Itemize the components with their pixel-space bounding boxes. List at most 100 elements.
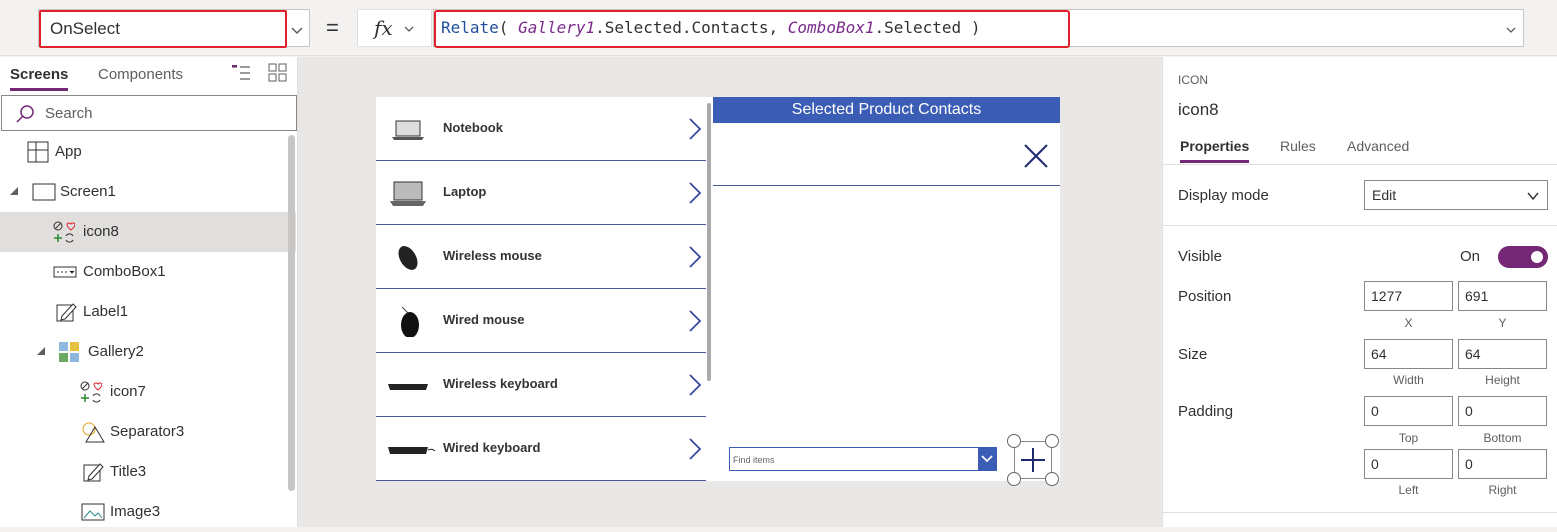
- product-name: Wireless keyboard: [443, 376, 558, 391]
- icon-control-icon: [80, 381, 102, 403]
- app-screen: Notebook Laptop Wireless mouse Wired mou…: [376, 97, 1060, 486]
- gallery-row[interactable]: Notebook: [376, 97, 706, 161]
- control-name[interactable]: icon8: [1178, 100, 1219, 120]
- tree-item-icon7[interactable]: icon7: [0, 372, 296, 412]
- visible-toggle[interactable]: [1498, 246, 1548, 268]
- property-dropdown[interactable]: OnSelect: [38, 9, 310, 48]
- close-icon[interactable]: [1023, 143, 1049, 169]
- width-input[interactable]: 64: [1364, 339, 1453, 369]
- tree-item-title3[interactable]: Title3: [0, 452, 296, 492]
- gallery-row[interactable]: Wired mouse: [376, 289, 706, 353]
- label-icon: [56, 303, 77, 322]
- divider: [1163, 225, 1557, 226]
- tree-item-label: Gallery2: [88, 343, 144, 360]
- formula-open: (: [498, 18, 519, 37]
- tree-item-label1[interactable]: Label1: [0, 292, 296, 332]
- wireless-mouse-image: [398, 246, 418, 270]
- control-type: ICON: [1178, 73, 1208, 87]
- display-mode-value: Edit: [1372, 187, 1397, 203]
- position-x-input[interactable]: 1277: [1364, 281, 1453, 311]
- collapse-caret-icon[interactable]: [37, 347, 45, 355]
- tab-screens[interactable]: Screens: [10, 66, 69, 91]
- left-label: Left: [1398, 483, 1419, 497]
- tree-tabs: Screens Components: [0, 57, 298, 93]
- tree-item-label: Label1: [83, 303, 129, 320]
- chevron-down-icon: [981, 455, 993, 463]
- add-icon: [1021, 448, 1045, 472]
- tab-rules[interactable]: Rules: [1280, 138, 1316, 154]
- chevron-right-icon[interactable]: [688, 182, 702, 204]
- padding-top-input[interactable]: 0: [1364, 396, 1453, 426]
- formula-mid: .Selected.Contacts,: [595, 18, 788, 37]
- equals-sign: =: [326, 15, 339, 40]
- resize-handle[interactable]: [1045, 472, 1059, 486]
- formula-combo-ref: ComboBox1: [787, 18, 875, 37]
- wireless-keyboard-image: [388, 384, 428, 390]
- search-placeholder: Search: [45, 105, 93, 122]
- gallery-row[interactable]: Wireless mouse: [376, 225, 706, 289]
- resize-handle[interactable]: [1007, 472, 1021, 486]
- product-name: Wired keyboard: [443, 440, 541, 455]
- gallery-row[interactable]: Wired keyboard: [376, 417, 706, 481]
- collapse-caret-icon[interactable]: [10, 187, 18, 195]
- thumbnail-view-icon[interactable]: [268, 63, 287, 82]
- tree-item-image3[interactable]: Image3: [0, 492, 296, 532]
- property-value: OnSelect: [39, 10, 287, 48]
- product-name: Notebook: [443, 120, 503, 135]
- display-mode-select[interactable]: Edit: [1364, 180, 1548, 210]
- resize-handle[interactable]: [1045, 434, 1059, 448]
- label-icon: [83, 463, 104, 482]
- tab-advanced[interactable]: Advanced: [1347, 138, 1409, 154]
- formula-bar: OnSelect = fx Relate( Gallery1.Selected.…: [0, 0, 1557, 56]
- gallery-row[interactable]: Laptop: [376, 161, 706, 225]
- chevron-right-icon[interactable]: [688, 374, 702, 396]
- height-input[interactable]: 64: [1458, 339, 1547, 369]
- tab-properties[interactable]: Properties: [1180, 138, 1250, 163]
- combobox-dropdown-button[interactable]: [978, 448, 996, 470]
- find-items-combobox[interactable]: Find items: [729, 447, 997, 471]
- tree-item-label: Image3: [110, 503, 161, 520]
- tree-item-label: Screen1: [60, 183, 116, 200]
- gallery-scrollbar[interactable]: [707, 103, 711, 381]
- tree-view-icon[interactable]: [231, 64, 251, 82]
- tree-item-app[interactable]: App: [0, 132, 296, 172]
- screen-icon: [32, 183, 56, 201]
- chevron-down-icon: [291, 27, 303, 35]
- bottom-label: Bottom: [1483, 431, 1522, 445]
- tree-view-panel: Screens Components Search App Screen1 ic…: [0, 57, 298, 527]
- resize-handle[interactable]: [1007, 434, 1021, 448]
- fx-button[interactable]: fx: [357, 9, 432, 47]
- tree-item-label: App: [55, 143, 82, 160]
- gallery-row[interactable]: Wireless keyboard: [376, 353, 706, 417]
- position-y-input[interactable]: 691: [1458, 281, 1547, 311]
- icon-control-icon: [53, 221, 75, 243]
- padding-bottom-input[interactable]: 0: [1458, 396, 1547, 426]
- padding-left-input[interactable]: 0: [1364, 449, 1453, 479]
- tree-item-combobox1[interactable]: ComboBox1: [0, 252, 296, 292]
- tab-components[interactable]: Components: [98, 66, 183, 83]
- formula-end: .Selected ): [874, 18, 981, 37]
- chevron-right-icon[interactable]: [688, 246, 702, 268]
- panel-title: Selected Product Contacts: [713, 97, 1060, 123]
- contacts-panel: Selected Product Contacts Find items: [713, 97, 1060, 486]
- padding-right-input[interactable]: 0: [1458, 449, 1547, 479]
- image-icon: [81, 503, 105, 521]
- expand-formula-icon[interactable]: [1505, 24, 1517, 36]
- tree-item-icon8[interactable]: icon8: [0, 212, 296, 252]
- tree-scrollbar[interactable]: [288, 135, 295, 491]
- formula-text: Relate( Gallery1.Selected.Contacts, Comb…: [441, 18, 980, 37]
- tree-item-separator3[interactable]: Separator3: [0, 412, 296, 452]
- formula-input[interactable]: Relate( Gallery1.Selected.Contacts, Comb…: [433, 9, 1524, 48]
- tree-item-gallery2[interactable]: Gallery2: [0, 332, 296, 372]
- chevron-right-icon[interactable]: [688, 118, 702, 140]
- x-label: X: [1404, 316, 1413, 330]
- notebook-image: [392, 120, 424, 140]
- chevron-right-icon[interactable]: [688, 438, 702, 460]
- wired-mouse-image: [401, 307, 419, 337]
- tree-item-label: ComboBox1: [83, 263, 166, 280]
- tree-item-screen1[interactable]: Screen1: [0, 172, 296, 212]
- chevron-right-icon[interactable]: [688, 310, 702, 332]
- tree-search-input[interactable]: Search: [1, 95, 297, 131]
- formula-gallery-ref: Gallery1: [518, 18, 596, 37]
- add-icon-selected[interactable]: [1007, 434, 1059, 486]
